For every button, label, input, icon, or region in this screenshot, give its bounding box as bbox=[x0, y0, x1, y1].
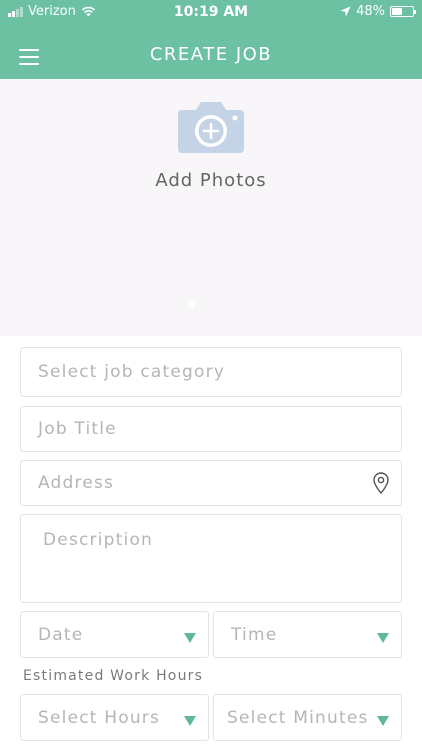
description-placeholder: Description bbox=[43, 530, 154, 550]
battery-percent: 48% bbox=[356, 4, 385, 19]
estimated-work-hours-label: Estimated Work Hours bbox=[23, 668, 204, 684]
location-pin-icon[interactable] bbox=[373, 472, 389, 494]
add-photos-label: Add Photos bbox=[155, 170, 267, 191]
address-placeholder: Address bbox=[38, 473, 115, 493]
battery-icon bbox=[390, 6, 416, 17]
job-category-select[interactable]: Select job category bbox=[20, 347, 402, 397]
date-placeholder: Date bbox=[38, 624, 84, 645]
hours-placeholder: Select Hours bbox=[38, 707, 161, 728]
status-bar: Verizon 10:19 AM 48% bbox=[0, 0, 422, 24]
hours-select[interactable]: Select Hours bbox=[20, 694, 209, 741]
photo-carousel[interactable]: Add Photos bbox=[0, 79, 422, 336]
carousel-page-dot bbox=[188, 301, 195, 308]
date-select[interactable]: Date bbox=[20, 611, 209, 658]
time-placeholder: Time bbox=[231, 624, 278, 645]
camera-add-icon[interactable] bbox=[178, 100, 244, 153]
time-select[interactable]: Time bbox=[213, 611, 402, 658]
page-title: CREATE JOB bbox=[149, 44, 273, 65]
location-arrow-icon bbox=[340, 6, 351, 17]
status-right: 48% bbox=[340, 4, 416, 19]
job-title-placeholder: Job Title bbox=[38, 419, 117, 439]
app-header: CREATE JOB bbox=[0, 24, 422, 79]
dropdown-triangle-icon bbox=[184, 716, 196, 726]
minutes-placeholder: Select Minutes bbox=[227, 707, 369, 728]
description-textarea[interactable]: Description bbox=[20, 514, 402, 603]
job-category-placeholder: Select job category bbox=[38, 362, 226, 382]
minutes-select[interactable]: Select Minutes bbox=[213, 694, 402, 741]
dropdown-triangle-icon bbox=[377, 716, 389, 726]
dropdown-triangle-icon bbox=[184, 633, 196, 643]
dropdown-triangle-icon bbox=[377, 633, 389, 643]
job-title-input[interactable]: Job Title bbox=[20, 406, 402, 452]
address-input[interactable]: Address bbox=[20, 460, 402, 506]
